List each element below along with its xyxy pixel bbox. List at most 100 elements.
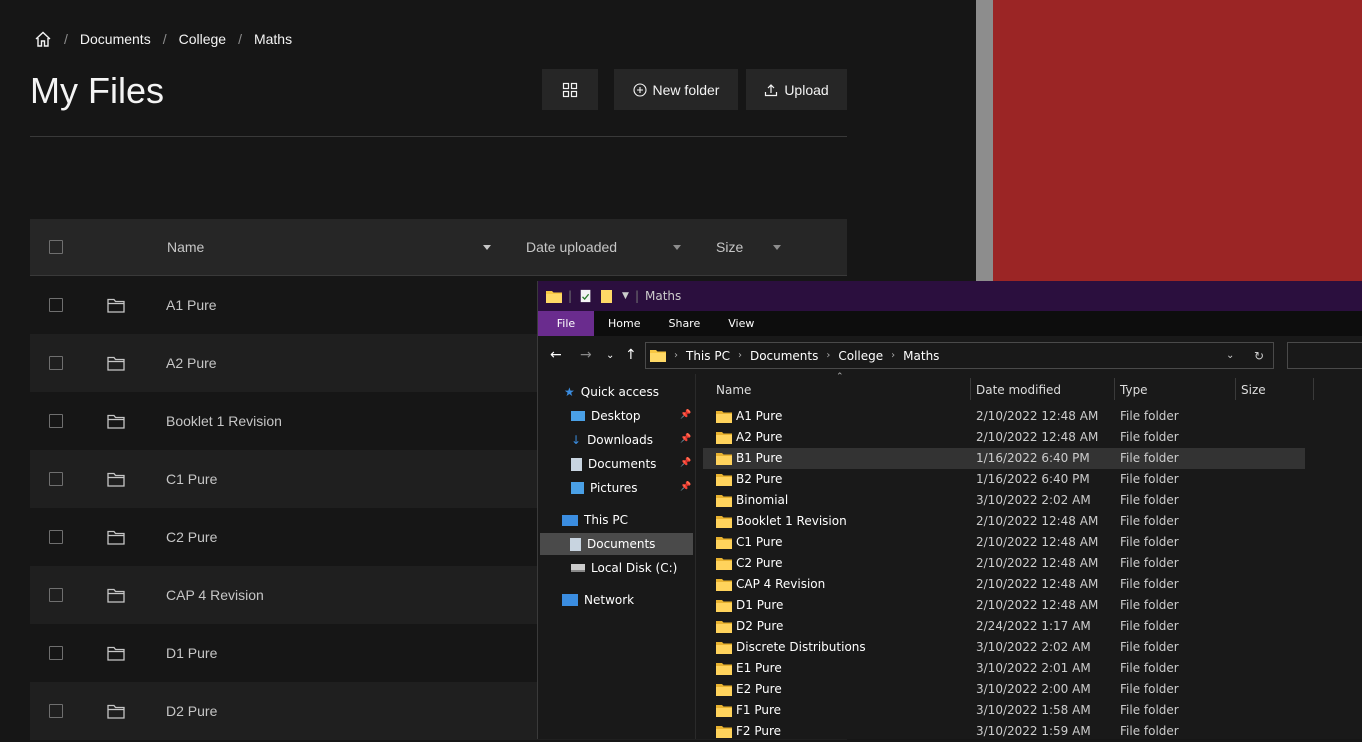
list-item[interactable]: Binomial 3/10/2022 2:02 AM File folder [708, 490, 1308, 511]
tab-view[interactable]: View [714, 311, 768, 336]
refresh-icon[interactable]: ↻ [1254, 349, 1264, 363]
column-separator[interactable] [1235, 378, 1236, 400]
file-name[interactable]: CAP 4 Revision [166, 587, 264, 603]
sort-caret-icon[interactable] [483, 244, 491, 250]
nav-downloads[interactable]: ↓ Downloads [571, 429, 653, 451]
item-type: File folder [1120, 514, 1179, 528]
row-checkbox[interactable] [49, 472, 63, 486]
item-date: 3/10/2022 2:01 AM [976, 661, 1091, 675]
sort-caret-icon[interactable] [773, 244, 781, 250]
sort-caret-icon[interactable] [673, 244, 681, 250]
file-name[interactable]: Booklet 1 Revision [166, 413, 282, 429]
item-name: Binomial [736, 493, 789, 507]
upload-button[interactable]: Upload [746, 69, 847, 110]
item-date: 3/10/2022 1:58 AM [976, 703, 1091, 717]
list-item[interactable]: F1 Pure 3/10/2022 1:58 AM File folder [708, 700, 1308, 721]
pin-icon[interactable]: 📌 [680, 434, 691, 444]
row-checkbox[interactable] [49, 298, 63, 312]
address-dropdown-icon[interactable]: ⌄ [1226, 350, 1234, 361]
item-type: File folder [1120, 640, 1179, 654]
recent-locations-icon[interactable]: ⌄ [606, 350, 614, 361]
file-name[interactable]: C1 Pure [166, 471, 217, 487]
nav-this-pc[interactable]: This PC [562, 509, 628, 531]
list-item[interactable]: D2 Pure 2/24/2022 1:17 AM File folder [708, 616, 1308, 637]
folder-icon [716, 411, 732, 423]
nav-label: Documents [588, 457, 657, 471]
address-bar-row: ← → ⌄ ↑ › This PC › Documents › College … [538, 336, 1362, 374]
pin-icon[interactable]: 📌 [680, 482, 691, 492]
column-type[interactable]: Type [1120, 383, 1148, 397]
column-header-size[interactable]: Size [716, 239, 743, 255]
list-item[interactable]: B2 Pure 1/16/2022 6:40 PM File folder [708, 469, 1308, 490]
list-item[interactable]: E1 Pure 3/10/2022 2:01 AM File folder [708, 658, 1308, 679]
list-item[interactable]: C1 Pure 2/10/2022 12:48 AM File folder [708, 532, 1308, 553]
nav-desktop[interactable]: Desktop [571, 405, 641, 427]
forward-arrow-icon[interactable]: → [580, 347, 592, 363]
column-size[interactable]: Size [1241, 383, 1266, 397]
row-checkbox[interactable] [49, 530, 63, 544]
list-item[interactable]: Discrete Distributions 3/10/2022 2:02 AM F… [708, 637, 1308, 658]
column-separator[interactable] [1313, 378, 1314, 400]
grid-view-button[interactable] [542, 69, 598, 110]
nav-documents-selected[interactable]: Documents [540, 533, 693, 555]
column-separator[interactable] [970, 378, 971, 400]
tab-file[interactable]: File [538, 311, 594, 336]
item-date: 2/10/2022 12:48 AM [976, 430, 1099, 444]
column-header-name[interactable]: Name [167, 239, 204, 255]
nav-local-disk[interactable]: Local Disk (C:) [571, 557, 677, 579]
back-arrow-icon[interactable]: ← [550, 347, 562, 363]
address-crumb[interactable]: Documents [750, 349, 818, 363]
list-item[interactable]: A2 Pure 2/10/2022 12:48 AM File folder [708, 427, 1308, 448]
item-name: A2 Pure [736, 430, 783, 444]
file-name[interactable]: D2 Pure [166, 703, 217, 719]
nav-network[interactable]: Network [562, 589, 634, 611]
list-item[interactable]: A1 Pure 2/10/2022 12:48 AM File folder [708, 406, 1308, 427]
list-item[interactable]: E2 Pure 3/10/2022 2:00 AM File folder [708, 679, 1308, 700]
address-crumb[interactable]: College [838, 349, 883, 363]
row-checkbox[interactable] [49, 356, 63, 370]
up-arrow-icon[interactable]: ↑ [625, 347, 637, 363]
item-name: F2 Pure [736, 724, 782, 738]
nav-pictures[interactable]: Pictures [571, 477, 638, 499]
breadcrumb-item[interactable]: College [179, 31, 226, 47]
item-name: C1 Pure [736, 535, 783, 549]
new-folder-icon[interactable] [600, 289, 616, 303]
search-input[interactable] [1287, 342, 1362, 369]
file-name[interactable]: A2 Pure [166, 355, 217, 371]
row-checkbox[interactable] [49, 414, 63, 428]
new-folder-button[interactable]: New folder [614, 69, 738, 110]
list-item[interactable]: C2 Pure 2/10/2022 12:48 AM File folder [708, 553, 1308, 574]
breadcrumb-item[interactable]: Documents [80, 31, 151, 47]
column-name[interactable]: Name [716, 383, 751, 397]
address-crumb[interactable]: This PC [686, 349, 730, 363]
nav-documents[interactable]: Documents [571, 453, 656, 475]
row-checkbox[interactable] [49, 704, 63, 718]
column-separator[interactable] [1114, 378, 1115, 400]
pin-icon[interactable]: 📌 [680, 458, 691, 468]
file-name[interactable]: C2 Pure [166, 529, 217, 545]
nav-quick-access[interactable]: ★ Quick access [564, 381, 659, 403]
list-item[interactable]: B1 Pure 1/16/2022 6:40 PM File folder [703, 448, 1305, 469]
pin-icon[interactable]: 📌 [680, 410, 691, 420]
file-name[interactable]: D1 Pure [166, 645, 217, 661]
column-header-date[interactable]: Date uploaded [526, 239, 617, 255]
customize-quick-access-icon[interactable]: ▼ [622, 291, 629, 301]
column-date-modified[interactable]: Date modified [976, 383, 1061, 397]
tab-share[interactable]: Share [654, 311, 714, 336]
tab-home[interactable]: Home [594, 311, 654, 336]
home-icon[interactable] [34, 30, 52, 48]
properties-icon[interactable] [578, 289, 594, 303]
list-item[interactable]: Booklet 1 Revision 2/10/2022 12:48 AM File… [708, 511, 1308, 532]
breadcrumb: / Documents / College / Maths [34, 30, 292, 48]
row-checkbox[interactable] [49, 646, 63, 660]
address-crumb[interactable]: Maths [903, 349, 939, 363]
row-checkbox[interactable] [49, 588, 63, 602]
address-bar[interactable]: › This PC › Documents › College › Maths … [645, 342, 1274, 369]
select-all-checkbox[interactable] [49, 240, 63, 254]
chevron-right-icon: › [674, 350, 678, 361]
breadcrumb-item[interactable]: Maths [254, 31, 292, 47]
pane-splitter[interactable] [695, 374, 696, 739]
list-item[interactable]: D1 Pure 2/10/2022 12:48 AM File folder [708, 595, 1308, 616]
list-item[interactable]: CAP 4 Revision 2/10/2022 12:48 AM File fol… [708, 574, 1308, 595]
file-name[interactable]: A1 Pure [166, 297, 217, 313]
